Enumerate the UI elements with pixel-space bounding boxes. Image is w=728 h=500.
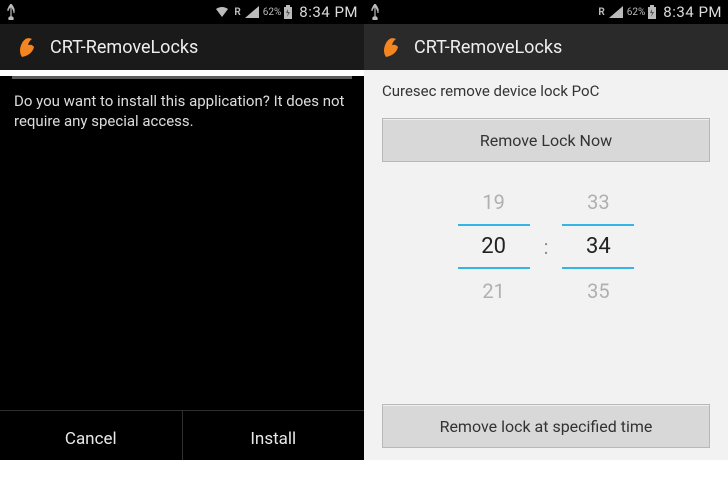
- screen-install-prompt: R 62% 8:34 PM CRT-RemoveLocks Do you wan…: [0, 0, 364, 460]
- usb-icon: [6, 4, 16, 20]
- screen-app-main: R 62% 8:34 PM CRT-RemoveLocks Curesec re…: [364, 0, 728, 460]
- roaming-indicator: R: [598, 7, 604, 18]
- status-bar: R 62% 8:34 PM: [364, 0, 728, 24]
- app-title: CRT-RemoveLocks: [50, 37, 198, 58]
- usb-icon: [370, 4, 380, 20]
- signal-icon: [609, 6, 623, 18]
- app-title: CRT-RemoveLocks: [414, 37, 562, 58]
- minute-value[interactable]: 34: [562, 224, 634, 269]
- remove-now-button[interactable]: Remove Lock Now: [382, 118, 710, 162]
- battery-indicator: 62%: [263, 5, 294, 19]
- app-icon: [376, 33, 404, 61]
- hour-picker[interactable]: 19 20 21: [458, 190, 530, 303]
- status-clock: 8:34 PM: [663, 3, 722, 21]
- status-bar: R 62% 8:34 PM: [0, 0, 364, 24]
- remove-at-time-button[interactable]: Remove lock at specified time: [382, 404, 710, 448]
- app-icon: [12, 33, 40, 61]
- status-clock: 8:34 PM: [299, 3, 358, 21]
- hour-next: 21: [482, 279, 504, 303]
- hour-prev: 19: [482, 190, 504, 214]
- roaming-indicator: R: [234, 7, 240, 18]
- minute-picker[interactable]: 33 34 35: [562, 190, 634, 303]
- install-progress: [12, 76, 352, 79]
- install-message: Do you want to install this application?…: [0, 91, 364, 132]
- install-body: Do you want to install this application?…: [0, 76, 364, 460]
- install-button[interactable]: Install: [183, 411, 365, 460]
- signal-icon: [245, 6, 259, 18]
- wifi-icon: [214, 6, 230, 18]
- time-colon: :: [544, 235, 549, 259]
- cancel-button[interactable]: Cancel: [0, 411, 182, 460]
- battery-indicator: 62%: [627, 5, 658, 19]
- title-bar: CRT-RemoveLocks: [364, 24, 728, 70]
- time-picker: 19 20 21 : 33 34 35: [382, 190, 710, 303]
- minute-next: 35: [587, 279, 609, 303]
- poc-heading: Curesec remove device lock PoC: [382, 82, 710, 100]
- minute-prev: 33: [587, 190, 609, 214]
- app-body: Curesec remove device lock PoC Remove Lo…: [364, 70, 728, 460]
- title-bar: CRT-RemoveLocks: [0, 24, 364, 70]
- install-actions: Cancel Install: [0, 410, 364, 460]
- hour-value[interactable]: 20: [458, 224, 530, 269]
